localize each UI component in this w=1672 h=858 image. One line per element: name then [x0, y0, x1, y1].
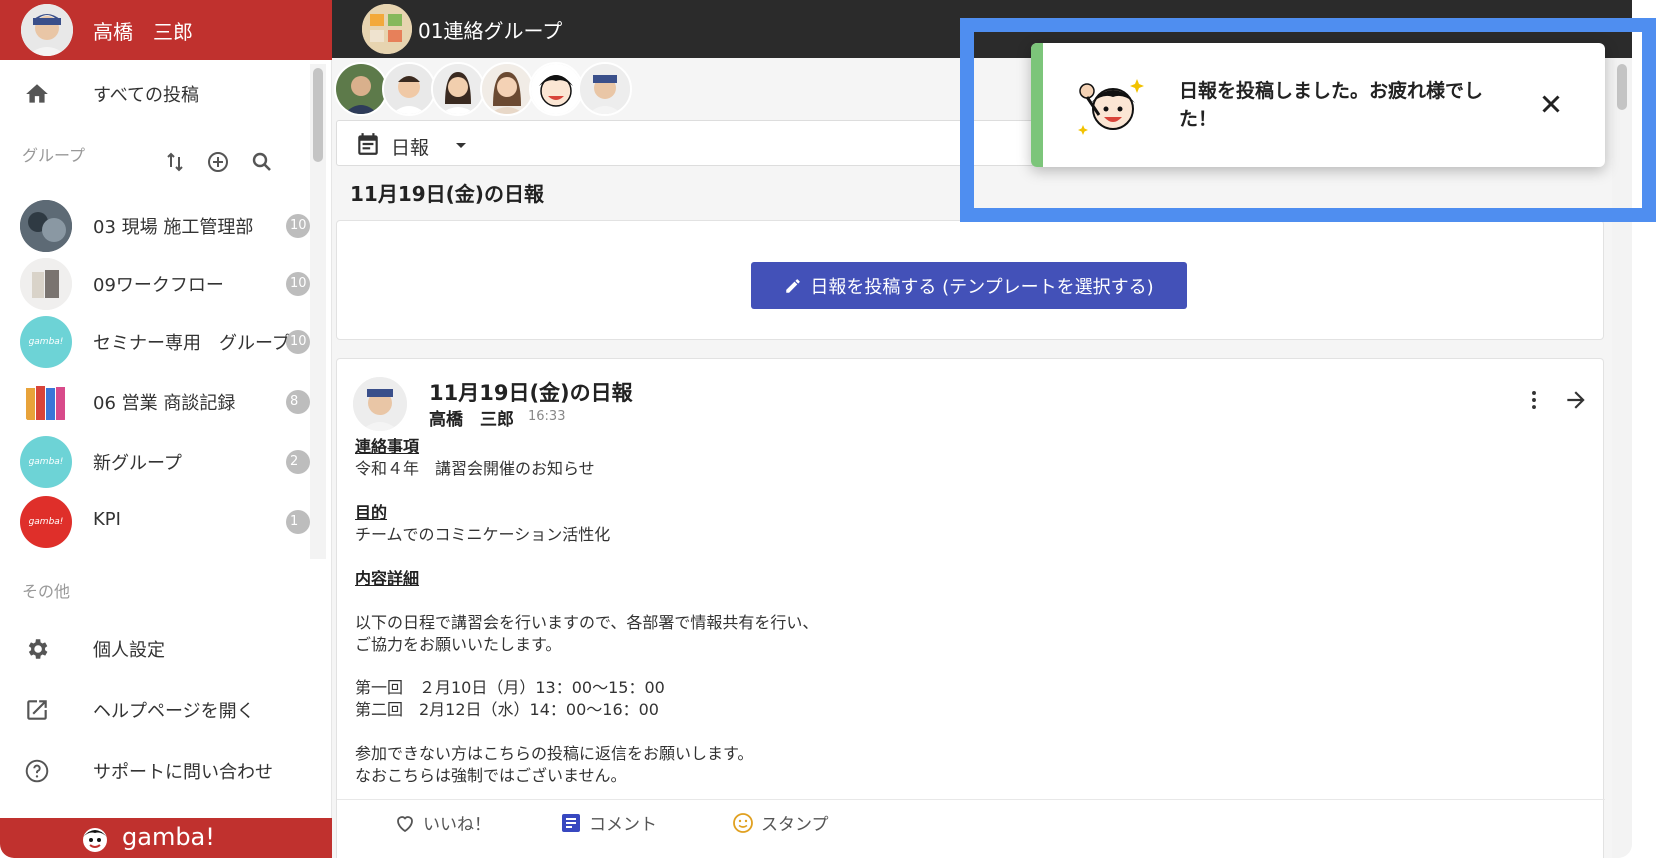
comment-label: コメント [589, 815, 657, 835]
gear-icon [24, 636, 50, 662]
heart-icon [393, 811, 417, 835]
group-item[interactable]: 03 現場 施工管理部 10 [0, 196, 310, 252]
group-item[interactable]: 06 営業 商談記録 8 [0, 372, 310, 428]
body-text: 第一回 ２月10日（月）13：00〜15：00 [355, 678, 665, 697]
sidebar-item-label: すべての投稿 [93, 85, 200, 106]
body-text: 令和４年 講習会開催のお知らせ [355, 459, 595, 478]
group-name: 新グループ [93, 453, 182, 474]
body-text: チームでのコミニケーション活性化 [355, 525, 611, 544]
unread-badge: 10 [286, 330, 310, 354]
body-text: 以下の日程で講習会を行いますので、各部署で情報共有を行い、 [355, 613, 819, 632]
member-avatar[interactable] [334, 62, 388, 116]
body-heading: 連絡事項 [355, 437, 420, 456]
home-icon [24, 81, 50, 107]
group-item[interactable]: 09ワークフロー 10 [0, 254, 310, 310]
sort-icon[interactable] [164, 150, 186, 176]
sidebar-item-label: サポートに問い合わせ [93, 762, 273, 783]
group-icon [362, 4, 412, 54]
sidebar-item-support[interactable]: サポートに問い合わせ [0, 745, 310, 795]
add-group-icon[interactable] [206, 150, 230, 176]
user-name: 高橋 三郎 [93, 20, 193, 44]
scrollbar-thumb[interactable] [313, 68, 323, 162]
group-name: 09ワークフロー [93, 275, 224, 296]
arrow-right-icon[interactable] [1563, 387, 1589, 413]
body-heading: 目的 [355, 503, 388, 522]
unread-badge: 1 [286, 510, 310, 534]
user-avatar[interactable] [21, 4, 73, 56]
body-text: 第二回 2月12日（水）14：00〜16：00 [355, 700, 659, 719]
compose-card: 日報を投稿する (テンプレートを選択する) [336, 220, 1604, 340]
post-author: 高橋 三郎 [429, 410, 514, 430]
unread-badge: 8 [286, 390, 310, 414]
group-item[interactable]: gamba! セミナー専用 グループ 10 [0, 312, 310, 368]
groups-section-header: グループ [22, 146, 86, 165]
unread-badge: 10 [286, 272, 310, 296]
user-header[interactable]: 高橋 三郎 [0, 0, 332, 60]
body-text: なおこちらは強制ではございません。 [355, 766, 627, 785]
highlight-annotation [960, 18, 1656, 222]
view-type-label: 日報 [391, 137, 430, 159]
group-item[interactable]: gamba! KPI 1 [0, 492, 310, 548]
group-name: 06 営業 商談記録 [93, 393, 236, 414]
sidebar-scrollbar[interactable] [310, 64, 326, 559]
body-heading: 内容詳細 [355, 569, 420, 588]
sidebar-item-label: 個人設定 [93, 640, 165, 661]
group-avatar [20, 376, 72, 428]
post-time: 16:33 [528, 409, 566, 424]
group-avatar: gamba! [20, 436, 72, 488]
body-text: 参加できない方はこちらの投稿に返信をお願いします。 [355, 744, 754, 763]
post-title: 11月19日(金)の日報 [429, 381, 633, 405]
group-name: 03 現場 施工管理部 [93, 217, 254, 238]
like-label: いいね！ [423, 815, 491, 835]
group-avatar [20, 258, 72, 310]
sidebar-item-label: ヘルプページを開く [93, 701, 255, 722]
smiley-icon [731, 811, 755, 835]
unread-badge: 2 [286, 450, 310, 474]
help-circle-icon [24, 758, 50, 784]
date-heading: 11月19日(金)の日報 [350, 182, 544, 206]
post-card: 11月19日(金)の日報 高橋 三郎 16:33 連絡事項 令和４年 講習会開催… [336, 358, 1605, 858]
member-avatar[interactable] [431, 62, 485, 116]
group-title: 01連絡グループ [418, 19, 563, 43]
group-avatar [20, 200, 72, 252]
brand-logo: gamba! [122, 823, 215, 851]
external-link-icon [24, 697, 50, 723]
pencil-icon [784, 277, 802, 295]
search-icon[interactable] [250, 150, 274, 176]
unread-badge: 10 [286, 214, 310, 238]
member-avatar[interactable] [480, 62, 534, 116]
sidebar-item-help[interactable]: ヘルプページを開く [0, 684, 310, 734]
like-button[interactable]: いいね！ [393, 810, 491, 835]
author-avatar[interactable] [353, 377, 407, 431]
comment-button[interactable]: コメント [559, 810, 657, 835]
group-name: セミナー専用 グループ [93, 333, 290, 354]
member-avatar[interactable] [382, 62, 436, 116]
sidebar: 高橋 三郎 すべての投稿 グループ 03 現場 施工管理部 10 09ワークフロ… [0, 0, 332, 858]
sidebar-item-settings[interactable]: 個人設定 [0, 623, 310, 673]
mascot-icon [77, 823, 113, 855]
other-section-header: その他 [22, 582, 71, 601]
sidebar-item-all-posts[interactable]: すべての投稿 [0, 68, 310, 118]
post-report-button[interactable]: 日報を投稿する (テンプレートを選択する) [751, 262, 1187, 309]
group-name: KPI [93, 509, 121, 530]
body-text: ご協力をお願いいたします。 [355, 635, 562, 654]
group-avatar: gamba! [20, 316, 72, 368]
group-avatar: gamba! [20, 496, 72, 548]
stamp-button[interactable]: スタンプ [731, 810, 829, 835]
more-vertical-icon[interactable] [1521, 387, 1547, 413]
post-actions: いいね！ コメント スタンプ [337, 799, 1605, 839]
calendar-icon [355, 131, 381, 157]
brand-footer: gamba! [0, 818, 332, 858]
member-avatar[interactable] [529, 62, 583, 116]
member-avatar[interactable] [578, 62, 632, 116]
stamp-label: スタンプ [761, 815, 829, 835]
chevron-down-icon [451, 135, 471, 155]
group-item[interactable]: gamba! 新グループ 2 [0, 432, 310, 488]
comment-icon [559, 811, 583, 835]
post-report-button-label: 日報を投稿する (テンプレートを選択する) [810, 276, 1154, 298]
